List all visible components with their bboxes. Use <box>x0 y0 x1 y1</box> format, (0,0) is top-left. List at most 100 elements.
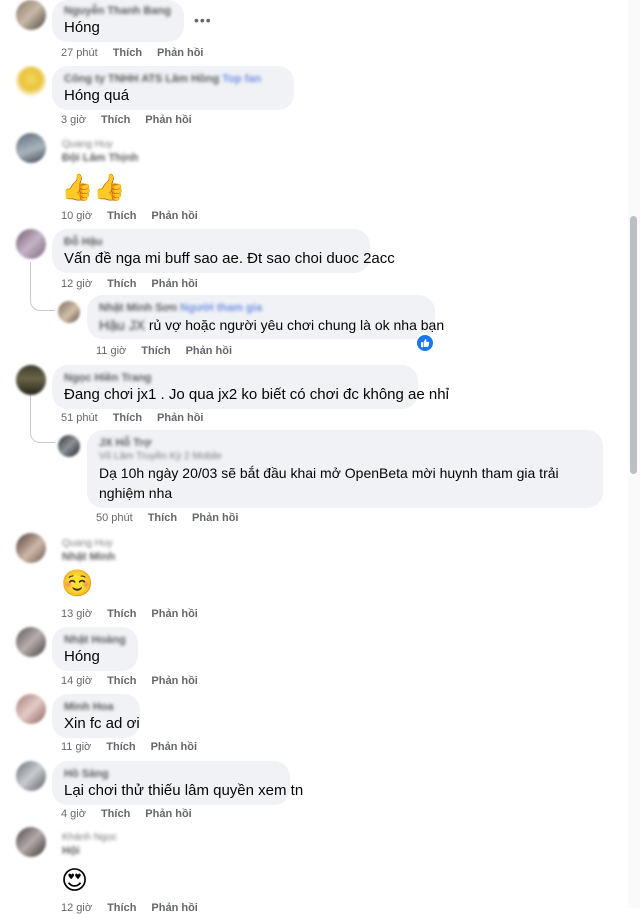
heart-eyes-emoji: 😍 <box>61 865 89 895</box>
reply-button[interactable]: Phản hồi <box>151 675 197 687</box>
commenter-name[interactable]: Công ty TNHH ATS Lâm Hồng Top fan <box>64 72 282 86</box>
commenter-name[interactable]: Nhật Minh <box>62 550 115 564</box>
like-button[interactable]: Thích <box>107 675 136 687</box>
comment-actions: 12 giờ Thích Phản hồi <box>61 902 213 914</box>
avatar[interactable] <box>16 133 46 163</box>
reply-bubble: JX Hỗ Trợ Võ Lâm Truyền Kỳ 2 Mobile Dạ 1… <box>87 430 603 508</box>
comment-text: Vấn đề nga mi buff sao ae. Đt sao choi d… <box>64 250 395 267</box>
commenter-name[interactable]: Hội <box>62 844 117 858</box>
commenter-subtitle: Quang Huy <box>62 139 113 150</box>
comment-text: Xin fc ad ơi <box>64 715 140 732</box>
commenter-name[interactable]: Nguyễn Thanh Bang <box>64 4 172 18</box>
reply-button[interactable]: Phản hồi <box>151 278 197 290</box>
avatar[interactable] <box>16 694 46 724</box>
avatar[interactable] <box>16 66 46 96</box>
tagged-user[interactable]: Hậu JX <box>99 317 145 333</box>
reply-actions: 11 giờ Thích Phản hồi <box>96 345 247 357</box>
comment-text: Hóng <box>64 648 100 665</box>
reply-button[interactable]: Phản hồi <box>145 114 191 126</box>
reply-text: Hậu JX rủ vợ hoặc người yêu chơi chung l… <box>99 317 445 333</box>
comment-time[interactable]: 14 giờ <box>61 675 92 687</box>
avatar[interactable] <box>16 365 46 395</box>
avatar[interactable] <box>16 533 46 563</box>
reply-button[interactable]: Phản hồi <box>145 808 191 820</box>
commenter-subtitle: Khánh Ngọc <box>62 832 118 843</box>
commenter-subtitle: Quang Huy <box>62 538 113 549</box>
commenter-name[interactable]: Nhật Hoàng <box>64 633 126 647</box>
like-button[interactable]: Thích <box>106 741 135 753</box>
more-options-icon[interactable]: ••• <box>194 12 212 28</box>
comment-actions: 13 giờ Thích Phản hồi <box>61 608 213 620</box>
avatar[interactable] <box>58 301 80 323</box>
like-button[interactable]: Thích <box>113 47 142 59</box>
commenter-name[interactable]: Đội Lâm Thịnh <box>62 151 138 165</box>
comment-text: Hóng <box>64 19 100 36</box>
comment-header: Khánh Ngọc Hội <box>62 831 117 858</box>
comment-time[interactable]: 10 giờ <box>61 210 92 222</box>
reply-button[interactable]: Phản hồi <box>151 210 197 222</box>
comment-header: Quang Huy Đội Lâm Thịnh <box>62 138 138 165</box>
reply-text: Dạ 10h ngày 20/03 sẽ bắt đầu khai mở Ope… <box>99 465 559 501</box>
like-button[interactable]: Thích <box>107 902 136 914</box>
avatar[interactable] <box>16 0 46 30</box>
commenter-name[interactable]: Ngọc Hiền Trang <box>64 371 406 385</box>
comment-actions: 3 giờ Thích Phản hồi <box>61 114 207 126</box>
comment-time[interactable]: 11 giờ <box>96 345 126 357</box>
reply-actions: 50 phút Thích Phản hồi <box>96 512 254 524</box>
comment-time[interactable]: 51 phút <box>61 412 98 424</box>
like-button[interactable]: Thích <box>107 608 136 620</box>
like-button[interactable]: Thích <box>148 512 177 524</box>
comment-time[interactable]: 13 giờ <box>61 608 92 620</box>
avatar[interactable] <box>16 761 46 791</box>
comment-bubble: Minh Hoa Xin fc ad ơi <box>52 694 140 738</box>
reply-button[interactable]: Phản hồi <box>157 412 203 424</box>
commenter-subtitle: Võ Lâm Truyền Kỳ 2 Mobile <box>99 451 222 462</box>
commenter-name[interactable]: Hồ Sáng <box>64 767 278 781</box>
scrollbar-track[interactable] <box>628 0 640 908</box>
comment-header: Quang Huy Nhật Minh <box>62 537 115 564</box>
comment-bubble: Ngọc Hiền Trang Đang chơi jx1 . Jo qua j… <box>52 365 449 409</box>
comment-time[interactable]: 4 giờ <box>61 808 86 820</box>
like-button[interactable]: Thích <box>107 278 136 290</box>
reply-button[interactable]: Phản hồi <box>192 512 238 524</box>
comment-bubble: Đỗ Hậu Vấn đề nga mi buff sao ae. Đt sao… <box>52 229 395 273</box>
reply-button[interactable]: Phản hồi <box>151 741 197 753</box>
avatar[interactable] <box>16 627 46 657</box>
avatar[interactable] <box>16 827 46 857</box>
comment-bubble: Nhật Hoàng Hóng <box>52 627 138 671</box>
avatar[interactable] <box>58 435 80 457</box>
comment-time[interactable]: 50 phút <box>96 512 133 524</box>
like-button[interactable]: Thích <box>101 808 130 820</box>
scrollbar-thumb[interactable] <box>630 216 637 474</box>
comment-time[interactable]: 27 phút <box>61 47 98 59</box>
thumbs-up-emoji: 👍👍 <box>61 172 126 202</box>
comment-text: Hóng quá <box>64 87 130 104</box>
commenter-name[interactable]: Nhật Minh Sơn Người tham gia <box>99 301 423 315</box>
reply-button[interactable]: Phản hồi <box>186 345 232 357</box>
comment-time[interactable]: 12 giờ <box>61 278 92 290</box>
commenter-name[interactable]: Đỗ Hậu <box>64 235 358 249</box>
comment-time[interactable]: 11 giờ <box>61 741 91 753</box>
reply-button[interactable]: Phản hồi <box>151 902 197 914</box>
like-button[interactable]: Thích <box>113 412 142 424</box>
comment-actions: 12 giờ Thích Phản hồi <box>61 278 213 290</box>
like-button[interactable]: Thích <box>101 114 130 126</box>
participant-badge: Người tham gia <box>180 302 262 314</box>
comment-time[interactable]: 3 giờ <box>61 114 86 126</box>
comment-actions: 11 giờ Thích Phản hồi <box>61 741 212 753</box>
like-reaction-icon[interactable] <box>415 333 435 353</box>
like-button[interactable]: Thích <box>141 345 170 357</box>
comment-actions: 10 giờ Thích Phản hồi <box>61 210 213 222</box>
like-button[interactable]: Thích <box>107 210 136 222</box>
reply-button[interactable]: Phản hồi <box>157 47 203 59</box>
thread-elbow <box>30 428 55 443</box>
comment-actions: 4 giờ Thích Phản hồi <box>61 808 207 820</box>
commenter-name[interactable]: JX Hỗ Trợ <box>99 436 591 450</box>
avatar[interactable] <box>16 229 46 259</box>
comment-time[interactable]: 12 giờ <box>61 902 92 914</box>
reply-button[interactable]: Phản hồi <box>151 608 197 620</box>
comment-actions: 14 giờ Thích Phản hồi <box>61 675 213 687</box>
comment-bubble: Công ty TNHH ATS Lâm Hồng Top fan Hóng q… <box>52 66 294 110</box>
commenter-name[interactable]: Minh Hoa <box>64 700 128 714</box>
reply-bubble: Nhật Minh Sơn Người tham gia Hậu JX rủ v… <box>87 295 445 339</box>
